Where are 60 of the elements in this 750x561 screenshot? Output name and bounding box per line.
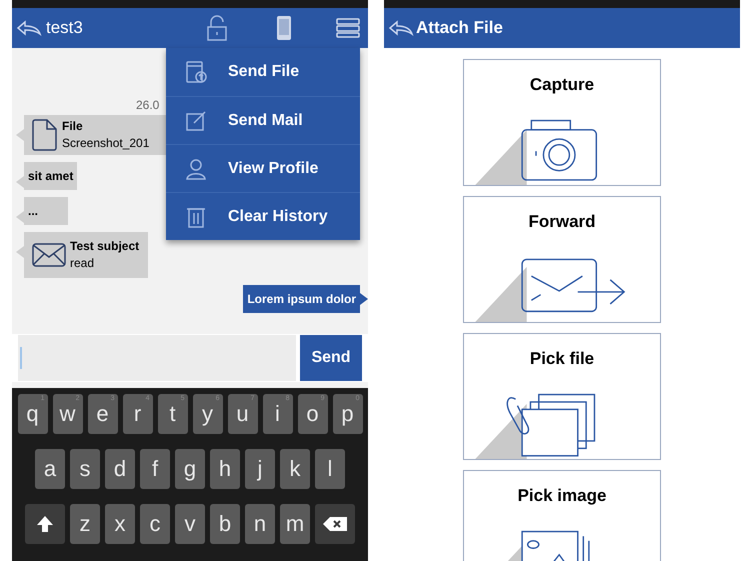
shadow-shape — [474, 266, 527, 322]
message-text: ... — [28, 203, 38, 220]
message-title: Test subject — [70, 238, 140, 255]
keyboard-key[interactable]: f — [140, 449, 170, 489]
edit-icon — [184, 108, 208, 132]
envelope-icon — [32, 243, 66, 267]
message-text: sit amet — [28, 168, 74, 185]
chat-title: test3 — [46, 17, 83, 40]
menu-item[interactable]: View Profile — [166, 144, 360, 192]
keyboard-key[interactable]: h — [210, 449, 240, 489]
paperclip-files-icon — [506, 393, 596, 456]
option-label: Capture — [530, 74, 594, 96]
user-icon — [184, 156, 208, 180]
option-label: Pick image — [518, 485, 606, 507]
backspace-icon — [323, 517, 347, 531]
date-label: 26.0 — [136, 97, 160, 114]
keyboard-key[interactable]: s — [70, 449, 100, 489]
keyboard-key[interactable]: d — [105, 449, 135, 489]
keyboard-key[interactable]: n — [245, 504, 275, 544]
keyboard-key[interactable]: z — [70, 504, 100, 544]
keyboard-key[interactable]: a — [35, 449, 65, 489]
message-input[interactable] — [18, 335, 296, 381]
keyboard-key[interactable]: c — [140, 504, 170, 544]
shift-key[interactable] — [25, 504, 65, 544]
keyboard-key[interactable]: g — [175, 449, 205, 489]
attach-option-card[interactable]: Pick image — [463, 470, 661, 561]
keyboard-key[interactable]: k — [280, 449, 310, 489]
phone-icon[interactable] — [276, 15, 292, 41]
image-icon — [521, 530, 590, 561]
option-label: Pick file — [530, 348, 594, 370]
keyboard-key[interactable]: j — [245, 449, 275, 489]
back-arrow-icon[interactable] — [16, 20, 42, 36]
menu-item[interactable]: Clear History — [166, 192, 360, 240]
keyboard-key[interactable]: l — [315, 449, 345, 489]
back-arrow-icon[interactable] — [388, 20, 414, 36]
message-subtitle: Screenshot_201 — [62, 135, 150, 152]
backspace-key[interactable] — [315, 504, 355, 544]
camera-icon — [521, 119, 598, 180]
option-label: Forward — [528, 211, 596, 233]
keyboard-key[interactable]: m — [280, 504, 310, 544]
keyboard-key[interactable]: v — [175, 504, 205, 544]
shadow-shape — [474, 129, 527, 185]
send-button[interactable]: Send — [300, 335, 362, 381]
message-title: File — [62, 118, 84, 135]
message-text: Lorem ipsum dolor — [247, 291, 356, 308]
screen-title: Attach File — [416, 17, 503, 40]
menu-icon[interactable] — [336, 18, 360, 38]
attach-option-card[interactable]: Capture — [463, 59, 661, 186]
keyboard-key[interactable]: b — [210, 504, 240, 544]
envelope-arrow-icon — [521, 258, 626, 312]
document-icon — [32, 118, 58, 152]
shift-arrow-icon — [36, 515, 54, 533]
attach-option-card[interactable]: Pick file — [463, 333, 661, 460]
keyboard-key[interactable]: x — [105, 504, 135, 544]
menu-item[interactable]: Send Mail — [166, 96, 360, 144]
menu-item[interactable]: Send File — [166, 48, 360, 96]
file-upload-icon — [184, 60, 208, 84]
unlocked-padlock-icon[interactable] — [206, 15, 228, 41]
message-subtitle: read — [70, 255, 96, 272]
attach-option-card[interactable]: Forward — [463, 196, 661, 323]
